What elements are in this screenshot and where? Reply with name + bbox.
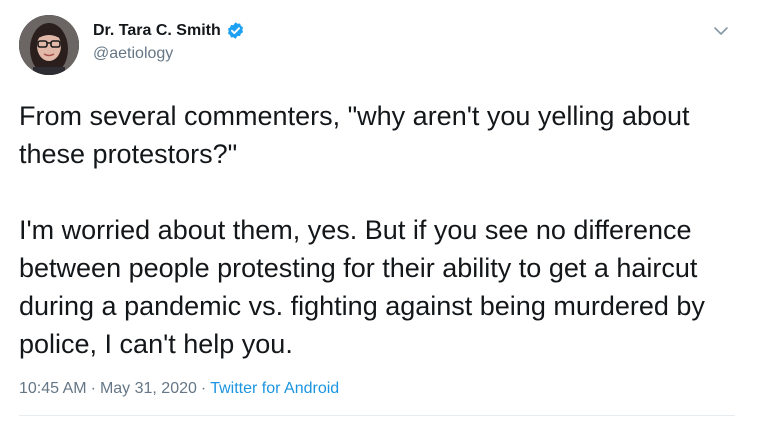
tweet-text: From several commenters, "why aren't you… bbox=[19, 101, 705, 359]
tweet-meta: 10:45 AM · May 31, 2020 · Twitter for An… bbox=[19, 380, 339, 398]
author-handle[interactable]: @aetiology bbox=[93, 45, 173, 63]
divider bbox=[19, 415, 735, 416]
verified-badge-icon bbox=[226, 21, 245, 40]
avatar[interactable] bbox=[19, 15, 79, 75]
author-display-name[interactable]: Dr. Tara C. Smith bbox=[93, 22, 221, 40]
tweet-time[interactable]: 10:45 AM bbox=[19, 380, 87, 398]
meta-separator-2: · bbox=[200, 380, 207, 397]
tweet-date[interactable]: May 31, 2020 bbox=[100, 380, 197, 398]
tweet-card: Dr. Tara C. Smith @aetiology From severa… bbox=[0, 0, 758, 426]
avatar-image bbox=[19, 15, 79, 75]
author-name-row: Dr. Tara C. Smith bbox=[93, 21, 245, 40]
chevron-down-icon[interactable] bbox=[713, 24, 729, 36]
tweet-source-link[interactable]: Twitter for Android bbox=[210, 380, 339, 398]
meta-separator: · bbox=[90, 380, 96, 397]
